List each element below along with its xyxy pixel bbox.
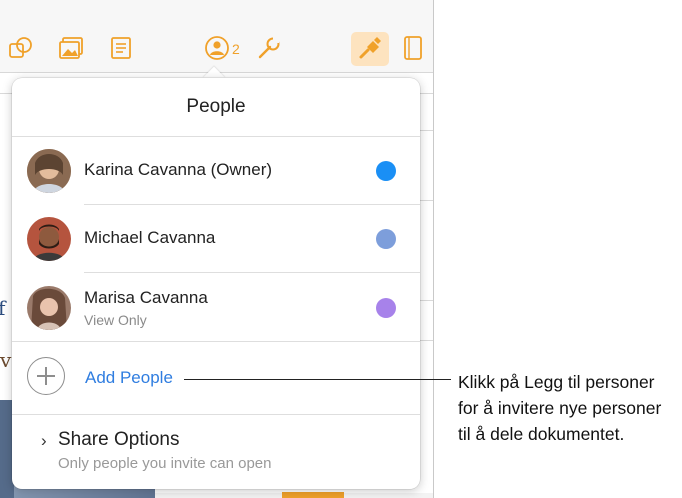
collaborate-icon[interactable] (203, 34, 231, 62)
toolbar: 2 (0, 0, 433, 73)
avatar (27, 149, 71, 193)
document-glyph: f (0, 296, 5, 320)
media-icon[interactable] (57, 34, 85, 62)
share-options-title[interactable]: Share Options (58, 429, 179, 451)
person-name: Karina Cavanna (Owner) (84, 160, 273, 179)
document-accent (282, 492, 344, 498)
callout-line: for å invitere nye personer (458, 398, 662, 418)
person-permission: View Only (84, 312, 147, 328)
person-color-dot (376, 298, 396, 318)
divider (84, 204, 420, 205)
text-icon[interactable] (107, 34, 135, 62)
callout-line: til å dele dokumentet. (458, 424, 625, 444)
add-people-link[interactable]: Add People (85, 368, 173, 388)
settings-wrench-icon[interactable] (255, 34, 283, 62)
people-popover: People Karina Cavanna (Owner) Michael Ca… (12, 78, 420, 489)
avatar (27, 217, 71, 261)
document-glyph: v (0, 348, 12, 372)
shapes-icon[interactable] (7, 34, 35, 62)
divider (84, 272, 420, 273)
document-icon[interactable] (399, 34, 427, 62)
share-options-subtitle: Only people you invite can open (58, 455, 272, 472)
callout-text: Klikk på Legg til personer for å inviter… (458, 369, 680, 447)
divider (12, 341, 420, 342)
popover-title: People (186, 96, 246, 117)
callout-line: Klikk på Legg til personer (458, 372, 655, 392)
person-color-dot (376, 229, 396, 249)
divider (12, 414, 420, 415)
avatar (27, 286, 71, 330)
person-name: Marisa Cavanna (84, 288, 208, 307)
collaborator-count: 2 (232, 41, 240, 57)
person-color-dot (376, 161, 396, 181)
chevron-right-icon: › (41, 431, 47, 450)
format-brush-icon[interactable] (356, 34, 384, 62)
callout-leader-line (184, 379, 451, 380)
add-icon[interactable] (27, 357, 65, 395)
person-name: Michael Cavanna (84, 228, 216, 247)
divider (12, 136, 420, 137)
